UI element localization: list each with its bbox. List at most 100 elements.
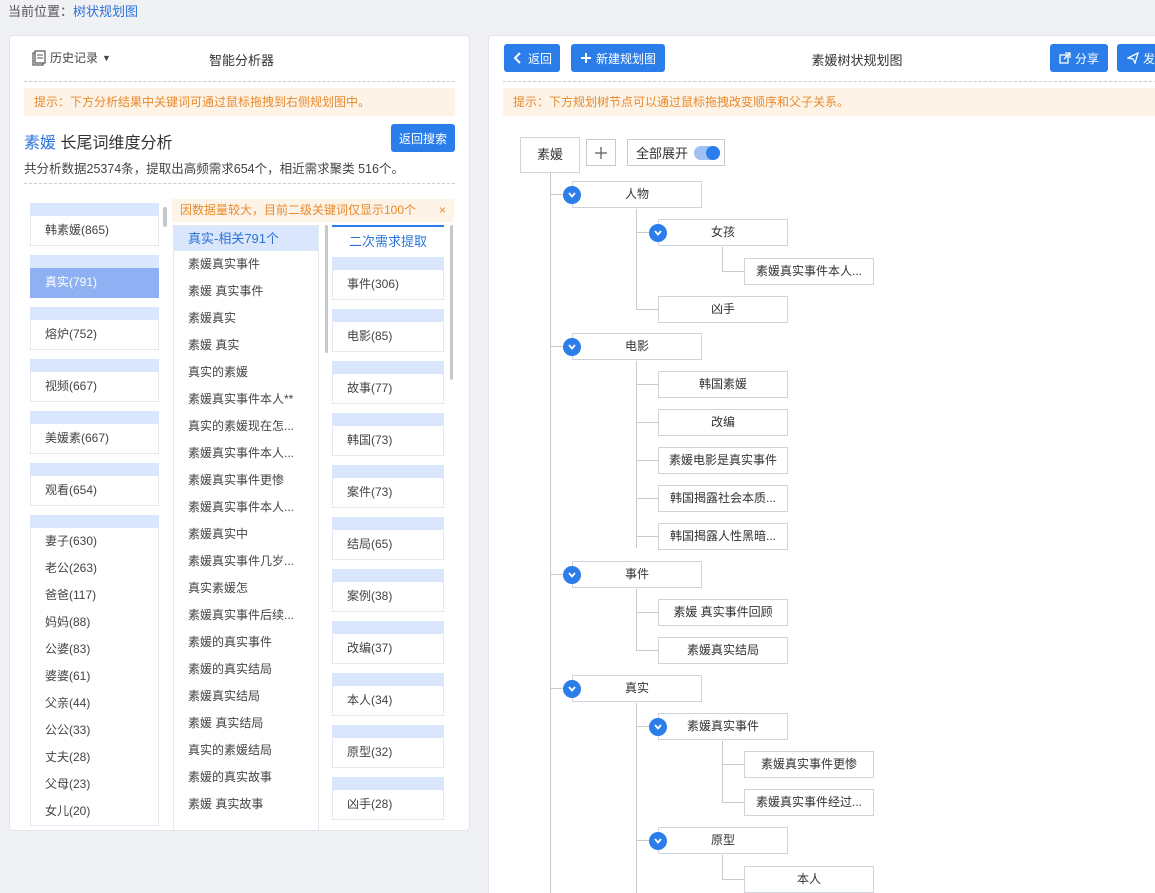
tree-node[interactable]: 韩国揭露人性黑暗... (658, 523, 788, 550)
group-header-bar (30, 359, 159, 372)
tree-planner-panel: 返回 新建规划图 素媛树状规划图 分享 发布 提示：下方规划树节点可以通过鼠标拖… (488, 35, 1155, 893)
related-keyword-item[interactable]: 素媛真实事件 (174, 251, 318, 278)
related-keyword-item[interactable]: 素媛真实中 (174, 521, 318, 548)
demand-item[interactable]: 原型(32) (332, 738, 444, 768)
keyword-item[interactable]: 美媛素(667) (30, 424, 159, 454)
add-node-button[interactable] (586, 139, 616, 166)
related-keyword-item[interactable]: 素媛真实事件本人** (174, 386, 318, 413)
keyword-group: 美媛素(667) (30, 411, 159, 454)
demand-item[interactable]: 结局(65) (332, 530, 444, 560)
keyword-item[interactable]: 丈夫(28) (31, 744, 158, 771)
related-keyword-item[interactable]: 素媛 真实 (174, 332, 318, 359)
related-keyword-item[interactable]: 素媛真实事件更惨 (174, 467, 318, 494)
tree-node[interactable]: 素媛 (520, 137, 580, 173)
tree-node[interactable]: 素媛真实事件 (658, 713, 788, 740)
tree-node[interactable]: 韩国素媛 (658, 371, 788, 398)
tree-node[interactable]: 人物 (572, 181, 702, 208)
tree-node[interactable]: 素媛真实结局 (658, 637, 788, 664)
demand-item[interactable]: 故事(77) (332, 374, 444, 404)
demand-item[interactable]: 本人(34) (332, 686, 444, 716)
related-keyword-item[interactable]: 素媛真实事件本人... (174, 440, 318, 467)
related-keyword-item[interactable]: 真实素媛怎 (174, 575, 318, 602)
tree-node[interactable]: 素媛 真实事件回顾 (658, 599, 788, 626)
related-keyword-item[interactable]: 素媛的真实故事 (174, 764, 318, 791)
keyword-item[interactable]: 熔炉(752) (30, 320, 159, 350)
related-keyword-item[interactable]: 素媛真实事件几岁... (174, 548, 318, 575)
chevron-down-icon[interactable] (563, 338, 581, 356)
keyword-item[interactable]: 真实(791) (30, 268, 159, 298)
related-keyword-item[interactable]: 素媛真实 (174, 305, 318, 332)
keyword-item[interactable]: 公婆(83) (31, 636, 158, 663)
chevron-down-icon[interactable] (563, 186, 581, 204)
analysis-keyword[interactable]: 素媛 (24, 135, 56, 152)
tree-node[interactable]: 事件 (572, 561, 702, 588)
keyword-item[interactable]: 视频(667) (30, 372, 159, 402)
scrollbar[interactable] (450, 225, 453, 380)
related-keyword-item[interactable]: 素媛真实事件后续... (174, 602, 318, 629)
keyword-item[interactable]: 婆婆(61) (31, 663, 158, 690)
keyword-item[interactable]: 爸爸(117) (31, 582, 158, 609)
tree-node[interactable]: 电影 (572, 333, 702, 360)
keyword-item[interactable]: 女儿(20) (31, 798, 158, 825)
related-keyword-item[interactable]: 素媛 真实结局 (174, 710, 318, 737)
back-to-search-button[interactable]: 返回搜索 (391, 124, 455, 152)
chevron-down-icon[interactable] (563, 566, 581, 584)
group-header-bar (30, 411, 159, 424)
scrollbar[interactable] (325, 225, 328, 353)
demand-item[interactable]: 案例(38) (332, 582, 444, 612)
related-keyword-item[interactable]: 素媛 真实故事 (174, 791, 318, 818)
keyword-item[interactable]: 父亲(44) (31, 690, 158, 717)
tree-node[interactable]: 凶手 (658, 296, 788, 323)
keyword-item[interactable]: 父母(23) (31, 771, 158, 798)
tree-connector-h (636, 498, 658, 499)
keyword-item[interactable]: 老公(263) (31, 555, 158, 582)
keyword-item[interactable]: 观看(654) (30, 476, 159, 506)
demand-item[interactable]: 凶手(28) (332, 790, 444, 820)
expand-all-toggle[interactable] (694, 145, 721, 160)
analysis-title: 素媛 长尾词维度分析 (24, 129, 172, 153)
tree-connector-h (722, 271, 744, 272)
tree-node[interactable]: 真实 (572, 675, 702, 702)
chevron-down-icon[interactable] (649, 718, 667, 736)
keyword-item[interactable]: 妻子(630) (31, 528, 158, 555)
demand-item[interactable]: 电影(85) (332, 322, 444, 352)
demand-item[interactable]: 韩国(73) (332, 426, 444, 456)
related-column-header: 真实-相关791个 (174, 226, 318, 251)
demand-item[interactable]: 案件(73) (332, 478, 444, 508)
analysis-summary: 共分析数据25374条，提取出高频需求654个，相近需求聚类 516个。 (24, 162, 404, 176)
tree-node[interactable]: 素媛真实事件本人... (744, 258, 874, 285)
related-keyword-item[interactable]: 真实的素媛现在怎... (174, 413, 318, 440)
tree-node[interactable]: 本人 (744, 866, 874, 893)
scrollbar[interactable] (163, 207, 167, 227)
tree-node[interactable]: 改编 (658, 409, 788, 436)
close-icon[interactable]: × (439, 199, 446, 222)
tree-node[interactable]: 韩国揭露社会本质... (658, 485, 788, 512)
keyword-item[interactable]: 妈妈(88) (31, 609, 158, 636)
tree-node[interactable]: 素媛电影是真实事件 (658, 447, 788, 474)
related-keyword-item[interactable]: 素媛的真实结局 (174, 656, 318, 683)
chevron-down-icon[interactable] (649, 224, 667, 242)
tree-connector-h (722, 764, 744, 765)
tree-node[interactable]: 素媛真实事件经过... (744, 789, 874, 816)
chevron-down-icon[interactable] (563, 680, 581, 698)
demand-item[interactable]: 事件(306) (332, 270, 444, 300)
related-keyword-item[interactable]: 真实的素媛 (174, 359, 318, 386)
related-keyword-item[interactable]: 素媛真实事件本人... (174, 494, 318, 521)
tree-node[interactable]: 女孩 (658, 219, 788, 246)
keyword-group: 熔炉(752) (30, 307, 159, 350)
demand-group: 故事(77) (332, 361, 444, 404)
keyword-item[interactable]: 韩素媛(865) (30, 216, 159, 246)
group-header-bar (332, 777, 444, 790)
related-keyword-item[interactable]: 真实的素媛结局 (174, 737, 318, 764)
related-keyword-item[interactable]: 素媛 真实事件 (174, 278, 318, 305)
chevron-down-icon[interactable] (649, 832, 667, 850)
keyword-item[interactable]: 公公(33) (31, 717, 158, 744)
expand-all-label: 全部展开 (636, 146, 689, 161)
group-header-bar (332, 257, 444, 270)
tree-node[interactable]: 素媛真实事件更惨 (744, 751, 874, 778)
breadcrumb-link[interactable]: 树状规划图 (73, 4, 138, 19)
demand-item[interactable]: 改编(37) (332, 634, 444, 664)
related-keyword-item[interactable]: 素媛的真实事件 (174, 629, 318, 656)
related-keyword-item[interactable]: 素媛真实结局 (174, 683, 318, 710)
tree-node[interactable]: 原型 (658, 827, 788, 854)
